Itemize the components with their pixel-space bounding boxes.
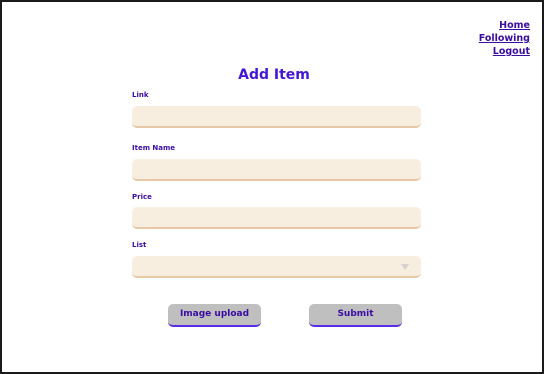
top-nav: Home Following Logout	[479, 20, 530, 57]
image-upload-button[interactable]: Image upload	[168, 304, 261, 327]
item-name-input[interactable]	[132, 159, 421, 181]
list-select[interactable]	[132, 256, 421, 278]
page-title: Add Item	[238, 67, 310, 83]
link-input[interactable]	[132, 106, 421, 128]
link-label: Link	[132, 91, 149, 99]
dropdown-arrow-icon	[401, 264, 409, 270]
price-input[interactable]	[132, 207, 421, 229]
item-name-label: Item Name	[132, 144, 176, 152]
nav-logout-link[interactable]: Logout	[493, 46, 530, 57]
nav-following-link[interactable]: Following	[479, 33, 530, 44]
submit-button[interactable]: Submit	[309, 304, 402, 327]
price-label: Price	[132, 193, 152, 201]
app-frame: Home Following Logout Add Item Link Item…	[0, 0, 544, 374]
nav-home-link[interactable]: Home	[499, 20, 530, 31]
list-label: List	[132, 241, 147, 249]
